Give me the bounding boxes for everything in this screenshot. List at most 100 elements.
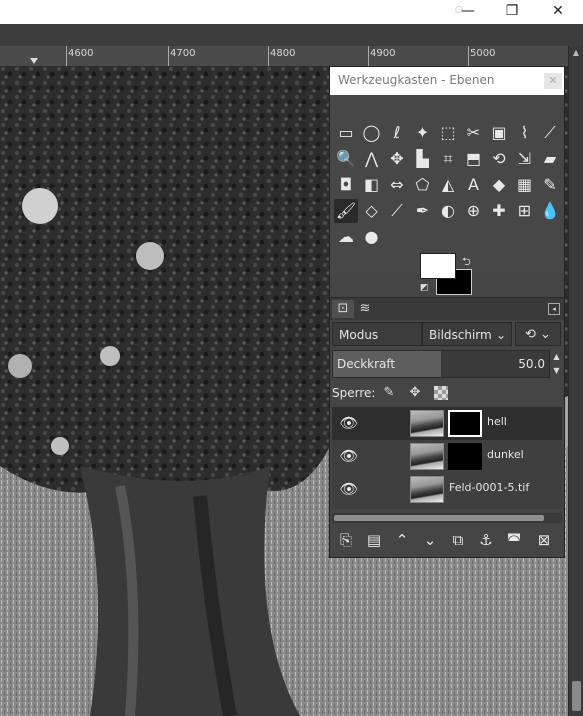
paths-icon[interactable]: ⌇ [513, 121, 537, 145]
fuzzy-select-icon[interactable]: ✦ [411, 121, 435, 145]
anchor-layer-icon[interactable]: ⚓ [474, 528, 498, 552]
heal-icon[interactable]: ✚ [487, 199, 511, 223]
opacity-slider[interactable]: Deckkraft 50.0 [332, 350, 550, 378]
mode-value: Bildschirm [429, 328, 492, 342]
color-picker-icon[interactable]: ⟋ [538, 121, 562, 145]
measure-icon[interactable]: ⋀ [360, 147, 384, 171]
toolbox: ▭ ◯ ℓ ✦ ⬚ ✂ ▣ ⌇ ⟋ 🔍 ⋀ ✥ ▙ ⌗ ⬒ ⟲ ⇲ ▰ ◘ ◧ ⇔ ⬠ ◭ A ◆ ▦ ✎ 🖌 ◇ ⟋ ✒ ◐ ⊕ ✚ ⊞ 💧 ☁ ● ⮌… [330, 95, 564, 295]
ruler-label: 5000 [470, 48, 496, 59]
chevron-down-icon: ⌄ [495, 328, 506, 342]
tab-tool-options-icon[interactable]: ⊡ [332, 300, 354, 318]
pencil-icon[interactable]: ✎ [538, 173, 562, 197]
scale-icon[interactable]: ⇲ [513, 147, 537, 171]
lower-layer-icon[interactable]: ⌄ [418, 528, 442, 552]
add-mask-icon[interactable]: ◚ [502, 528, 526, 552]
ruler-label: 4800 [270, 48, 296, 59]
window-titlebar: ○ — ❐ ✕ [0, 0, 583, 24]
dock-title: Werkzeugkasten - Ebenen [338, 73, 495, 87]
mode-reset-button[interactable]: ⟲ ⌄ [515, 322, 561, 346]
layers-list: 👁 hell 👁 dunkel 👁 Feld-0001-5.tif [332, 407, 562, 509]
layers-button-bar: ⎘ ▤ ⌃ ⌄ ⧉ ⚓ ◚ ⊠ [332, 527, 562, 553]
layer-row[interactable]: 👁 hell [332, 407, 562, 440]
handle-transform-icon[interactable]: ◭ [436, 173, 460, 197]
foreground-select-icon[interactable]: ▣ [487, 121, 511, 145]
opacity-spinner[interactable]: ▲ ▼ [551, 350, 562, 378]
shear-icon[interactable]: ▰ [538, 147, 562, 171]
close-icon[interactable]: ✕ [548, 0, 568, 22]
vertical-scrollbar[interactable]: ▲ [568, 46, 583, 716]
foreground-color-swatch[interactable] [420, 253, 456, 279]
opacity-row: Deckkraft 50.0 ▲ ▼ [332, 350, 562, 378]
dock-close-icon[interactable]: ✕ [544, 73, 562, 89]
eye-icon[interactable]: 👁 [338, 480, 360, 498]
spin-up-icon[interactable]: ▲ [551, 350, 562, 364]
swap-colors-icon[interactable]: ⮌ [462, 253, 471, 272]
layer-row[interactable]: 👁 Feld-0001-5.tif [332, 473, 562, 506]
warp-icon[interactable]: ◘ [334, 173, 358, 197]
ruler-label: 4900 [370, 48, 396, 59]
layer-name: dunkel [487, 448, 524, 461]
scrollbar-thumb[interactable] [334, 515, 544, 521]
layer-name: Feld-0001-5.tif [449, 481, 530, 494]
clone-icon[interactable]: ⊕ [462, 199, 486, 223]
duplicate-layer-icon[interactable]: ⧉ [446, 528, 470, 552]
reset-colors-icon[interactable]: ◩ [420, 283, 429, 293]
eye-icon[interactable]: 👁 [338, 414, 360, 432]
dock-titlebar[interactable]: Werkzeugkasten - Ebenen ✕ [330, 67, 564, 95]
new-layer-icon[interactable]: ⎘ [334, 528, 358, 552]
airbrush-icon[interactable]: ⟋ [385, 199, 409, 223]
new-layer-group-icon[interactable]: ▤ [362, 528, 386, 552]
layer-name: hell [487, 415, 507, 428]
spin-down-icon[interactable]: ▼ [551, 364, 562, 378]
eraser-icon[interactable]: ◇ [360, 199, 384, 223]
text-icon[interactable]: A [462, 173, 486, 197]
layer-mask-thumbnail[interactable] [448, 410, 482, 437]
cage-icon[interactable]: ⬠ [411, 173, 435, 197]
blur-icon[interactable]: 💧 [538, 199, 562, 223]
move-icon[interactable]: ✥ [385, 147, 409, 171]
free-select-icon[interactable]: ℓ [385, 121, 409, 145]
color-select-icon[interactable]: ⬚ [436, 121, 460, 145]
ink-icon[interactable]: ✒ [411, 199, 435, 223]
lock-pixels-icon[interactable]: ✎ [380, 384, 398, 402]
mypaint-brush-icon[interactable]: ◐ [436, 199, 460, 223]
horizontal-ruler[interactable]: 4600 4700 4800 4900 5000 [0, 46, 568, 67]
smudge-icon[interactable]: ☁ [334, 225, 358, 249]
unified-transform-icon[interactable]: ⬒ [462, 147, 486, 171]
tab-layers-icon[interactable]: ≋ [354, 300, 376, 318]
raise-layer-icon[interactable]: ⌃ [390, 528, 414, 552]
mode-label: Modus [332, 322, 422, 346]
mode-select[interactable]: Bildschirm ⌄ [422, 322, 512, 346]
crop-icon[interactable]: ⌗ [436, 147, 460, 171]
eye-icon[interactable]: 👁 [338, 447, 360, 465]
lock-row: Sperre: ✎ ✥ [332, 383, 562, 405]
opacity-label: Deckkraft [337, 357, 396, 371]
layer-mask-thumbnail[interactable] [448, 443, 482, 470]
ruler-pointer-marker [30, 58, 38, 64]
bucket-fill-icon[interactable]: ◆ [487, 173, 511, 197]
perspective-clone-icon[interactable]: ⊞ [513, 199, 537, 223]
layer-row[interactable]: 👁 dunkel [332, 440, 562, 473]
scissors-icon[interactable]: ✂ [462, 121, 486, 145]
zoom-icon[interactable]: 🔍 [334, 147, 358, 171]
scrollbar-thumb[interactable] [572, 681, 581, 711]
rotate-icon[interactable]: ⟲ [487, 147, 511, 171]
opacity-value: 50.0 [518, 357, 545, 371]
minimize-icon[interactable]: — [458, 0, 478, 22]
blend-icon[interactable]: ▦ [513, 173, 537, 197]
ellipse-select-icon[interactable]: ◯ [360, 121, 384, 145]
scroll-up-icon[interactable]: ▲ [571, 48, 581, 58]
lock-position-icon[interactable]: ✥ [406, 384, 424, 402]
align-icon[interactable]: ▙ [411, 147, 435, 171]
rect-select-icon[interactable]: ▭ [334, 121, 358, 145]
perspective-icon[interactable]: ◧ [360, 173, 384, 197]
layers-horizontal-scrollbar[interactable] [332, 513, 562, 523]
restore-icon[interactable]: ❐ [502, 0, 522, 22]
lock-alpha-icon[interactable] [434, 386, 448, 400]
dodge-burn-icon[interactable]: ● [360, 225, 384, 249]
fg-bg-colors: ⮌ ◩ [420, 253, 480, 303]
tab-menu-icon[interactable]: ◂ [548, 303, 560, 315]
delete-layer-icon[interactable]: ⊠ [532, 528, 556, 552]
paintbrush-icon[interactable]: 🖌 [334, 199, 358, 223]
flip-icon[interactable]: ⇔ [385, 173, 409, 197]
